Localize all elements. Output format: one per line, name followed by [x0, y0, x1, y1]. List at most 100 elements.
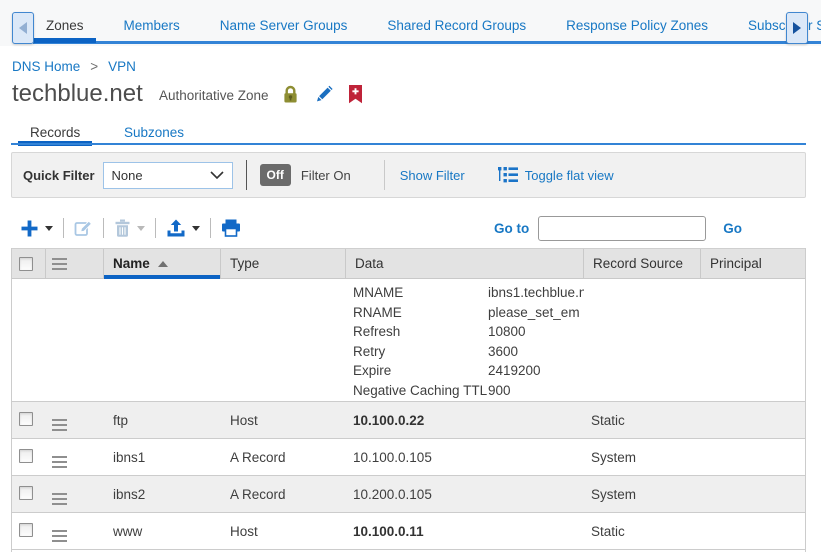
- goto-input[interactable]: [538, 216, 706, 241]
- edit-icon[interactable]: [74, 219, 93, 238]
- table-row[interactable]: ftp Host 10.100.0.22 Static: [12, 402, 805, 439]
- export-icon[interactable]: [166, 219, 186, 238]
- scroll-tabs-right-button[interactable]: [786, 12, 808, 44]
- breadcrumb-vpn[interactable]: VPN: [108, 59, 136, 74]
- soa-key: RNAME: [353, 303, 488, 323]
- column-header-record-source[interactable]: Record Source: [584, 249, 701, 278]
- divider: [246, 160, 247, 190]
- hamburger-icon: [52, 258, 67, 270]
- soa-value: 2419200: [488, 361, 541, 381]
- soa-key: Retry: [353, 342, 488, 362]
- cell-type: A Record: [221, 487, 346, 502]
- row-checkbox[interactable]: [19, 412, 33, 426]
- records-toolbar: Go to Go: [11, 210, 806, 246]
- bookmark-add-icon[interactable]: [348, 85, 363, 104]
- soa-value: 3600: [488, 342, 518, 362]
- cell-type: Host: [221, 413, 346, 428]
- tab-shared-record-groups[interactable]: Shared Record Groups: [387, 18, 526, 33]
- filter-toggle-button[interactable]: Off: [260, 164, 291, 186]
- arrow-right-icon: [793, 22, 801, 34]
- breadcrumb-dns-home[interactable]: DNS Home: [12, 59, 80, 74]
- print-icon[interactable]: [221, 219, 241, 237]
- cell-name: www: [104, 524, 221, 539]
- arrow-left-icon: [19, 22, 27, 34]
- breadcrumb-separator: >: [90, 59, 98, 74]
- column-header-type[interactable]: Type: [221, 249, 346, 278]
- cell-data: 10.200.0.105: [346, 487, 584, 502]
- row-checkbox[interactable]: [19, 486, 33, 500]
- tab-records[interactable]: Records: [30, 125, 80, 140]
- cell-record-source: System: [584, 450, 701, 465]
- show-filter-link[interactable]: Show Filter: [400, 168, 465, 183]
- column-header-principal[interactable]: Principal: [701, 249, 805, 278]
- filter-bar: Quick Filter None Off Filter On Show Fil…: [11, 152, 806, 198]
- export-menu-caret-icon[interactable]: [192, 226, 200, 231]
- soa-value: please_set_em: [488, 303, 580, 323]
- soa-key: Refresh: [353, 322, 488, 342]
- scroll-tabs-left-button[interactable]: [12, 12, 34, 44]
- soa-key: Expire: [353, 361, 488, 381]
- drag-column-header: [46, 249, 104, 278]
- tab-members[interactable]: Members: [124, 18, 180, 33]
- table-row[interactable]: www Host 10.100.0.11 Static: [12, 513, 805, 550]
- goto-label: Go to: [494, 221, 529, 236]
- cell-record-source: System: [584, 487, 701, 502]
- breadcrumb: DNS Home > VPN: [12, 59, 136, 74]
- lock-icon[interactable]: [281, 85, 300, 104]
- column-label-name: Name: [113, 256, 150, 271]
- cell-name: ibns1: [104, 450, 221, 465]
- records-table: Name Type Data Record Source Principal M…: [11, 248, 806, 552]
- cell-data: 10.100.0.11: [346, 524, 584, 539]
- table-header: Name Type Data Record Source Principal: [12, 248, 805, 279]
- drag-handle-icon[interactable]: [52, 493, 67, 505]
- subtab-underline: [11, 143, 806, 145]
- tab-name-server-groups[interactable]: Name Server Groups: [220, 18, 348, 33]
- table-row[interactable]: ibns2 A Record 10.200.0.105 System: [12, 476, 805, 513]
- tab-zones[interactable]: Zones: [46, 18, 84, 33]
- quick-filter-select[interactable]: None: [103, 162, 233, 189]
- add-menu-caret-icon[interactable]: [45, 226, 53, 231]
- divider: [384, 160, 385, 190]
- soa-value: 900: [488, 381, 511, 401]
- cell-data: 10.100.0.105: [346, 450, 584, 465]
- cell-data: 10.100.0.22: [346, 413, 584, 428]
- cell-type: Host: [221, 524, 346, 539]
- flat-view-icon[interactable]: [497, 167, 518, 183]
- drag-handle-icon[interactable]: [52, 456, 67, 468]
- cell-name: ftp: [104, 413, 221, 428]
- sort-asc-icon: [158, 261, 168, 267]
- divider: [63, 218, 64, 238]
- cell-record-source: Static: [584, 413, 701, 428]
- cell-soa-data: MNAMEibns1.techblue.n RNAMEplease_set_em…: [346, 279, 584, 400]
- divider: [103, 218, 104, 238]
- drag-handle-icon[interactable]: [52, 530, 67, 542]
- drag-handle-icon[interactable]: [52, 419, 67, 431]
- tab-response-policy-zones[interactable]: Response Policy Zones: [566, 18, 708, 33]
- soa-key: MNAME: [353, 283, 488, 303]
- toggle-flat-view-link[interactable]: Toggle flat view: [525, 168, 614, 183]
- soa-value: 10800: [488, 322, 526, 342]
- tab-bar-underline: [33, 41, 821, 44]
- soa-key: Negative Caching TTL: [353, 381, 488, 401]
- select-all-checkbox[interactable]: [19, 257, 33, 271]
- quick-filter-value: None: [112, 168, 210, 183]
- edit-pencil-icon[interactable]: [314, 84, 334, 104]
- soa-value: ibns1.techblue.n: [488, 283, 584, 303]
- divider: [155, 218, 156, 238]
- go-button[interactable]: Go: [723, 221, 742, 236]
- table-row-soa[interactable]: MNAMEibns1.techblue.n RNAMEplease_set_em…: [12, 279, 805, 402]
- cell-type: A Record: [221, 450, 346, 465]
- cell-record-source: Static: [584, 524, 701, 539]
- chevron-down-icon: [210, 171, 224, 179]
- row-checkbox[interactable]: [19, 523, 33, 537]
- column-header-name[interactable]: Name: [104, 249, 221, 278]
- tab-subzones[interactable]: Subzones: [124, 125, 184, 140]
- cell-name: ibns2: [104, 487, 221, 502]
- delete-icon[interactable]: [114, 219, 131, 238]
- column-header-data[interactable]: Data: [346, 249, 584, 278]
- tab-subscriber-services[interactable]: Subscriber S: [748, 18, 821, 33]
- table-row[interactable]: ibns1 A Record 10.100.0.105 System: [12, 439, 805, 476]
- divider: [210, 218, 211, 238]
- row-checkbox[interactable]: [19, 449, 33, 463]
- add-icon[interactable]: [20, 219, 39, 238]
